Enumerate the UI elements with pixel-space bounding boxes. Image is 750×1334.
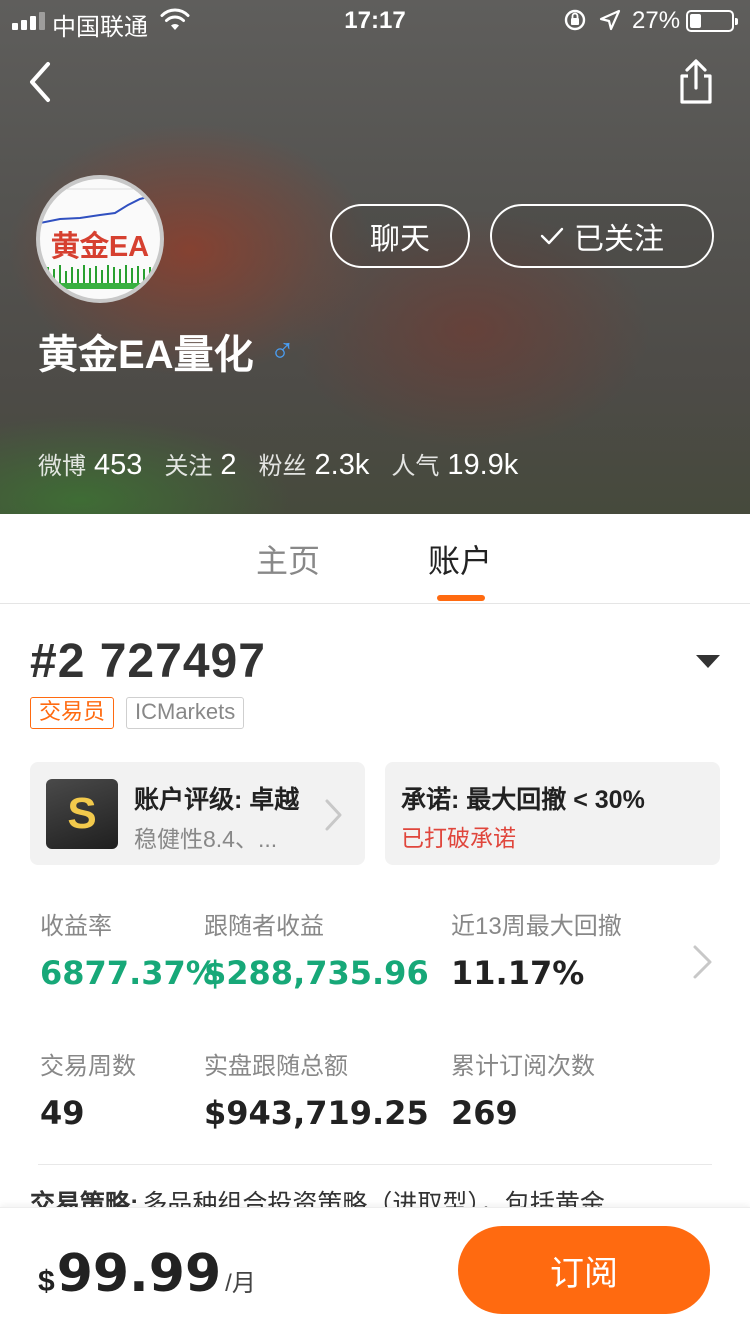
follow-button[interactable]: 已关注 — [490, 204, 714, 268]
location-icon — [598, 8, 622, 39]
promise-card[interactable]: 承诺: 最大回撤 < 30% 已打破承诺 — [385, 762, 720, 865]
chat-button[interactable]: 聊天 — [330, 204, 470, 268]
tab-account[interactable]: 账户 — [428, 536, 492, 582]
rating-title: 账户评级: 卓越 — [134, 786, 300, 814]
account-rating-card[interactable]: S 账户评级: 卓越 稳健性8.4、... — [30, 762, 365, 865]
share-button[interactable] — [674, 58, 718, 106]
stat-label[interactable]: 关注 — [164, 446, 212, 481]
follow-button-label: 已关注 — [574, 223, 664, 256]
stat-label: 人气 — [391, 453, 440, 480]
check-icon — [540, 227, 564, 245]
metric-label-max-drawdown: 近13周最大回撤 — [451, 913, 622, 940]
metric-value-trade-weeks: 49 — [40, 1094, 85, 1132]
stat-value: 19.9k — [447, 449, 519, 481]
subscribe-button-label: 订阅 — [550, 1254, 618, 1293]
back-button[interactable] — [24, 60, 60, 104]
metric-value-subscriptions: 269 — [451, 1094, 518, 1132]
battery-icon — [686, 10, 738, 32]
metric-value-max-drawdown: 11.17% — [451, 954, 585, 992]
chevron-right-icon[interactable] — [692, 944, 714, 980]
avatar-logo-text: 黄金EA — [50, 231, 150, 263]
status-bar: 中国联通 17:17 27% — [0, 0, 750, 41]
metric-value-follower-profit: $288,735.96 — [204, 954, 429, 992]
battery-percent: 27% — [632, 7, 681, 34]
share-icon — [680, 59, 712, 104]
strategy-heading: 交易策略: — [30, 1190, 139, 1208]
account-number: #2 727497 — [30, 635, 266, 688]
price-period: /月 — [225, 1270, 256, 1297]
rating-badge-icon: S — [46, 779, 118, 849]
price-amount: 99.99 — [56, 1244, 222, 1304]
stat-value[interactable]: 2 — [220, 449, 236, 482]
promise-status: 已打破承诺 — [401, 825, 516, 851]
strategy-text: 交易策略: 多品种组合投资策略（进取型），包括黄金 — [30, 1184, 750, 1208]
profile-name-row: 黄金EA量化 ♂ — [38, 322, 295, 380]
metric-value-return: 6877.37% — [40, 954, 218, 992]
stat-label[interactable]: 粉丝 — [259, 446, 307, 481]
stat-value[interactable]: 2.3k — [315, 449, 370, 482]
broker-tag: ICMarkets — [126, 697, 245, 729]
tab-home[interactable]: 主页 — [256, 536, 320, 582]
active-tab-indicator — [437, 595, 485, 601]
gender-male-icon: ♂ — [269, 331, 296, 370]
metric-label-subscriptions: 累计订阅次数 — [451, 1053, 595, 1080]
profile-name: 黄金EA量化 — [38, 333, 254, 377]
metric-value-follow-total: $943,719.25 — [204, 1094, 429, 1132]
chat-button-label: 聊天 — [370, 223, 430, 256]
stat-value[interactable]: 453 — [94, 449, 142, 482]
metric-label-return: 收益率 — [40, 913, 112, 940]
price-currency: $ — [38, 1265, 55, 1298]
caret-down-icon[interactable] — [696, 655, 720, 668]
metric-label-trade-weeks: 交易周数 — [40, 1053, 136, 1080]
tab-bar: 主页 账户 — [0, 514, 750, 604]
metric-label-follower-profit: 跟随者收益 — [204, 913, 324, 940]
avatar-image: 黄金EA — [40, 179, 160, 299]
stat-label[interactable]: 微博 — [38, 446, 86, 481]
subscribe-button[interactable]: 订阅 — [458, 1226, 710, 1314]
chevron-left-icon — [30, 62, 50, 102]
subscription-price: $ 99.99 /月 — [38, 1244, 256, 1304]
section-divider — [38, 1164, 712, 1165]
promise-title: 承诺: 最大回撤 < 30% — [401, 786, 645, 814]
metric-label-follow-total: 实盘跟随总额 — [204, 1053, 348, 1080]
profile-stats: 微博 453 关注 2 粉丝 2.3k 人气 19.9k — [38, 446, 540, 482]
rating-subtitle: 稳健性8.4、... — [134, 826, 278, 852]
role-tag: 交易员 — [30, 697, 115, 729]
avatar[interactable]: 黄金EA — [36, 175, 164, 303]
profile-header: 中国联通 17:17 27% 黄金EA 聊天 已关注 黄金EA量化 ♂ 微博 4… — [0, 0, 750, 514]
strategy-body: 多品种组合投资策略（进取型），包括黄金 — [142, 1190, 605, 1208]
rotation-lock-icon — [562, 8, 588, 39]
chevron-right-icon — [325, 799, 342, 831]
